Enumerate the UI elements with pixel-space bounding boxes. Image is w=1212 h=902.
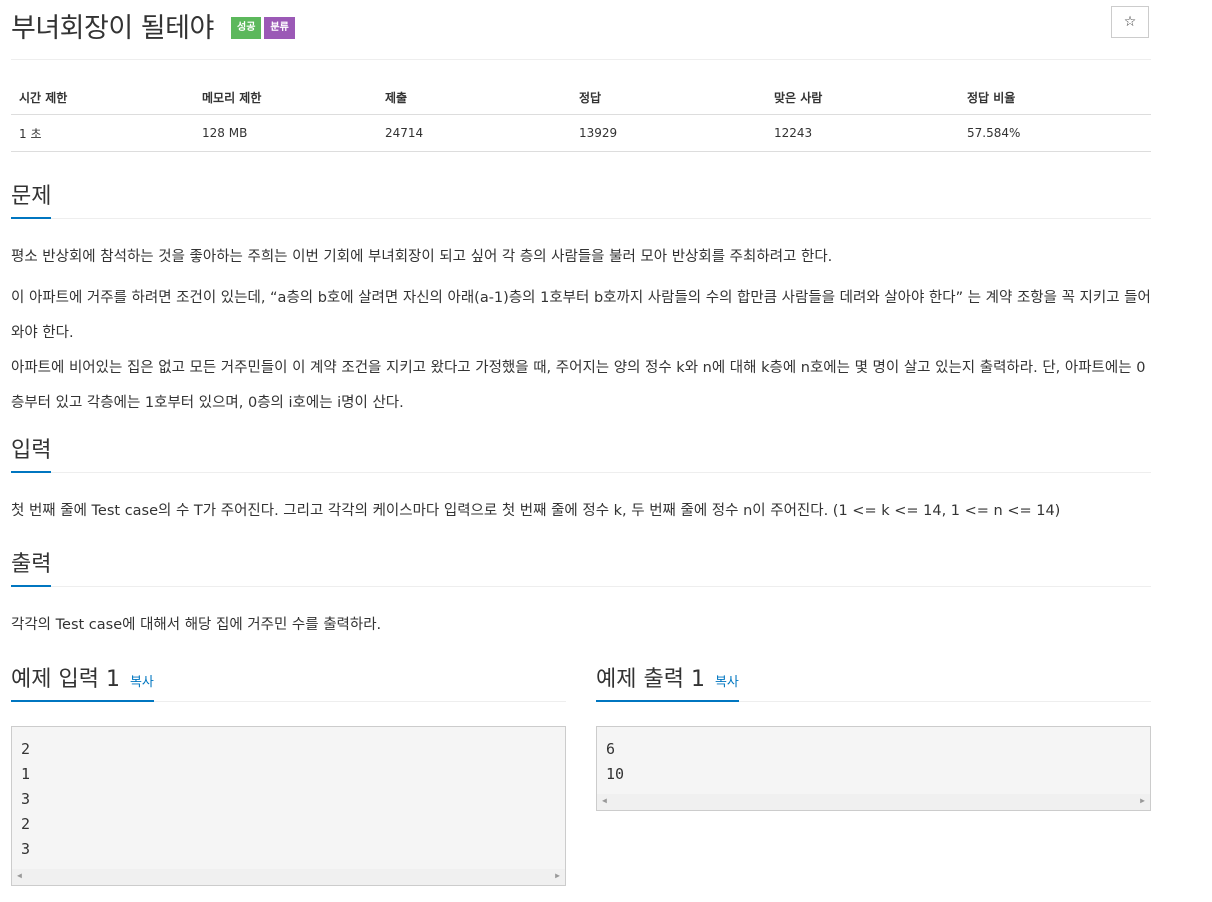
problem-section-header: 문제 <box>11 178 1151 219</box>
problem-section-title: 문제 <box>11 178 52 219</box>
memory-limit-value: 128 MB <box>194 114 377 152</box>
accepted-value: 13929 <box>571 114 766 152</box>
input-section-header: 입력 <box>11 432 1151 473</box>
output-description: 각각의 Test case에 대해서 해당 집에 거주민 수를 출력하라. <box>11 617 382 633</box>
accuracy-value: 57.584% <box>959 114 1151 152</box>
accuracy-header: 정답 비율 <box>959 80 1151 115</box>
star-icon: ☆ <box>1123 14 1137 30</box>
sample-output-scrollbar[interactable]: ◀ ▶ <box>597 794 1150 810</box>
submissions-value: 24714 <box>377 114 571 152</box>
memory-limit-header: 메모리 제한 <box>194 80 377 115</box>
sample-output-title-text: 예제 출력 1 <box>596 667 705 692</box>
input-description: 첫 번째 줄에 Test case의 수 T가 주어진다. 그리고 각각의 케이… <box>11 503 1061 519</box>
solved-users-value: 12243 <box>766 114 959 152</box>
problem-info-table: 시간 제한 메모리 제한 제출 정답 맞은 사람 정답 비율 1 초 128 M… <box>11 80 1151 152</box>
scroll-left-icon[interactable]: ◀ <box>602 796 607 805</box>
solved-users-header: 맞은 사람 <box>766 80 959 115</box>
sample-input-header: 예제 입력 1 복사 <box>11 661 566 702</box>
header-divider <box>11 59 1151 60</box>
sample-output-title: 예제 출력 1 복사 <box>596 661 739 702</box>
time-limit-header: 시간 제한 <box>11 80 194 115</box>
input-section-title: 입력 <box>11 432 52 473</box>
problem-paragraph-2: 이 아파트에 거주를 하려면 조건이 있는데, “a층의 b호에 살려면 자신의… <box>11 290 1151 341</box>
accepted-header: 정답 <box>571 80 766 115</box>
sample-input-box[interactable]: 2 1 3 2 3 ◀ ▶ <box>11 726 566 886</box>
problem-page: 부녀회장이 될테야 성공 분류 ☆ 시간 제한 메모리 제한 제출 정답 맞은 … <box>0 0 1212 902</box>
success-badge[interactable]: 성공 <box>231 17 262 39</box>
title-row: 부녀회장이 될테야 성공 분류 ☆ <box>11 4 1151 44</box>
output-section-title: 출력 <box>11 546 52 587</box>
sample-input-title: 예제 입력 1 복사 <box>11 661 154 702</box>
sample-input-title-text: 예제 입력 1 <box>11 667 120 692</box>
table-header-row: 시간 제한 메모리 제한 제출 정답 맞은 사람 정답 비율 <box>11 80 1151 115</box>
sample-input-scrollbar[interactable]: ◀ ▶ <box>12 869 565 885</box>
problem-paragraph-3: 아파트에 비어있는 집은 없고 모든 거주민들이 이 계약 조건을 지키고 왔다… <box>11 360 1146 411</box>
problem-paragraph-1: 평소 반상회에 참석하는 것을 좋아하는 주희는 이번 기회에 부녀회장이 되고… <box>11 249 833 265</box>
submissions-header: 제출 <box>377 80 571 115</box>
badge-group: 성공 분류 <box>231 17 295 39</box>
category-badge[interactable]: 분류 <box>264 17 295 39</box>
table-row: 1 초 128 MB 24714 13929 12243 57.584% <box>11 114 1151 152</box>
favorite-button[interactable]: ☆ <box>1111 6 1149 38</box>
scroll-right-icon[interactable]: ▶ <box>555 871 560 880</box>
scroll-left-icon[interactable]: ◀ <box>17 871 22 880</box>
time-limit-value: 1 초 <box>11 114 194 152</box>
sample-output-header: 예제 출력 1 복사 <box>596 661 1151 702</box>
copy-sample-output-button[interactable]: 복사 <box>715 675 739 690</box>
scroll-right-icon[interactable]: ▶ <box>1140 796 1145 805</box>
problem-title: 부녀회장이 될테야 <box>11 13 214 44</box>
sample-output-content: 6 10 <box>606 740 625 783</box>
output-section-header: 출력 <box>11 546 1151 587</box>
sample-output-box[interactable]: 6 10 ◀ ▶ <box>596 726 1151 811</box>
sample-input-content: 2 1 3 2 3 <box>21 740 31 858</box>
copy-sample-input-button[interactable]: 복사 <box>130 675 154 690</box>
